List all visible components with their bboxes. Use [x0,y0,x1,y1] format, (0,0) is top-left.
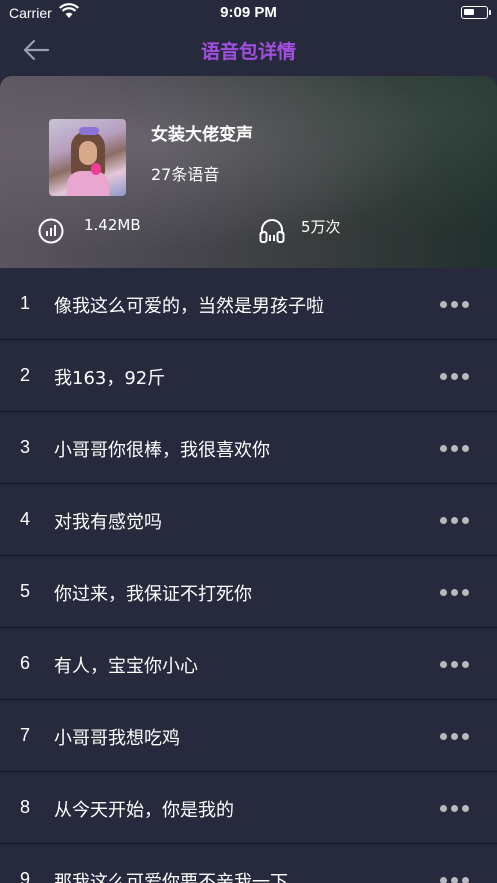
status-bar: Carrier 9:09 PM [0,0,497,26]
list-item[interactable]: 6 有人，宝宝你小心 [0,628,497,700]
pack-voice-count: 27条语音 [151,165,220,184]
list-item[interactable]: 9 那我这么可爱你要不亲我一下 [0,844,497,883]
pack-name: 女装大佬变声 [151,125,253,145]
list-item[interactable]: 5 你过来，我保证不打死你 [0,556,497,628]
more-dots-icon[interactable] [440,445,470,453]
more-dots-icon[interactable] [440,877,470,883]
status-time: 9:09 PM [220,4,277,21]
more-dots-icon[interactable] [440,301,470,309]
battery-icon [461,6,491,19]
list-item[interactable]: 8 从今天开始，你是我的 [0,772,497,844]
pack-header [0,76,497,268]
list-item[interactable]: 7 小哥哥我想吃鸡 [0,700,497,772]
item-title: 对我有感觉吗 [54,512,162,533]
more-dots-icon[interactable] [440,661,470,669]
list-item[interactable]: 3 小哥哥你很棒，我很喜欢你 [0,412,497,484]
voice-list: 1 像我这么可爱的，当然是男孩子啦 2 我163，92斤 3 小哥哥你很棒，我很… [0,268,497,883]
pack-size: 1.42MB [84,216,141,234]
nav-bar: 语音包详情 [0,26,497,76]
page-title: 语音包详情 [200,41,296,63]
more-dots-icon[interactable] [440,589,470,597]
list-item[interactable]: 2 我163，92斤 [0,340,497,412]
more-dots-icon[interactable] [440,373,470,381]
item-title: 小哥哥你很棒，我很喜欢你 [54,440,270,461]
more-dots-icon[interactable] [440,805,470,813]
more-dots-icon[interactable] [440,517,470,525]
more-dots-icon[interactable] [440,733,470,741]
item-number: 1 [19,293,30,313]
item-number: 7 [19,725,30,745]
item-number: 9 [19,869,30,883]
item-number: 2 [19,365,30,385]
item-title: 那我这么可爱你要不亲我一下 [54,872,288,883]
item-title: 小哥哥我想吃鸡 [54,728,180,749]
equalizer-icon [38,218,64,244]
pack-play-count: 5万次 [301,218,341,236]
list-item[interactable]: 4 对我有感觉吗 [0,484,497,556]
headphones-icon [259,219,285,243]
item-number: 5 [19,581,30,601]
item-title: 有人，宝宝你小心 [54,656,198,677]
item-number: 3 [19,437,30,457]
item-number: 4 [19,509,30,529]
item-number: 6 [19,653,30,673]
item-title: 像我这么可爱的，当然是男孩子啦 [54,296,324,317]
item-title: 你过来，我保证不打死你 [54,584,252,605]
item-title: 从今天开始，你是我的 [54,800,234,821]
item-title: 我163，92斤 [54,368,166,389]
pack-cover-image [49,119,126,196]
list-item[interactable]: 1 像我这么可爱的，当然是男孩子啦 [0,268,497,340]
item-number: 8 [19,797,30,817]
